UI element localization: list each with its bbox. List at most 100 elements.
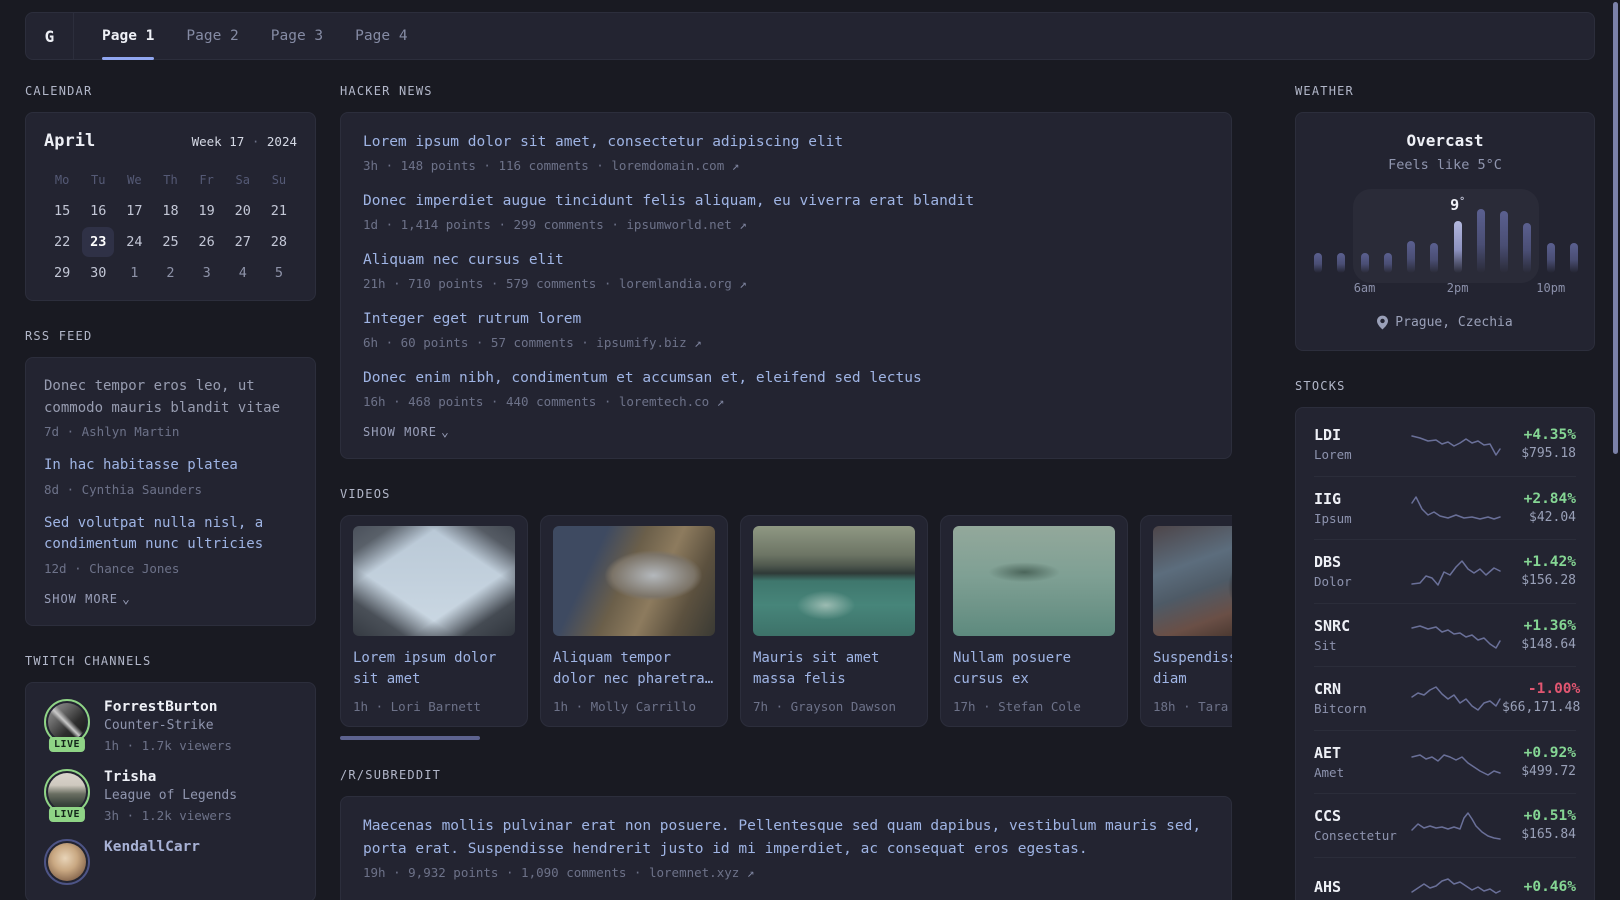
calendar-day[interactable]: 28 — [261, 227, 297, 257]
video-thumbnail[interactable] — [1153, 526, 1232, 636]
active-tab-underline — [102, 57, 155, 60]
twitch-channel-info: ForrestBurton Counter-Strike 1h · 1.7k vie… — [104, 699, 232, 753]
calendar-day[interactable]: 17 — [116, 196, 152, 226]
stock-values: +1.42% $156.28 — [1502, 554, 1576, 588]
video-thumbnail[interactable] — [553, 526, 715, 636]
middle-column: HACKER NEWS Lorem ipsum dolor sit amet, … — [340, 84, 1232, 900]
hackernews-item-title[interactable]: Aliquam nec cursus elit — [363, 249, 1209, 271]
video-carousel-scrollbar[interactable] — [340, 736, 480, 740]
page-scrollbar-thumb[interactable] — [1613, 2, 1618, 454]
twitch-channel-name[interactable]: Trisha — [104, 769, 237, 785]
calendar-day-header: We — [127, 173, 142, 187]
calendar-day[interactable]: 16 — [80, 196, 116, 226]
hackernews-item-title[interactable]: Donec imperdiet augue tincidunt felis al… — [363, 190, 1209, 212]
stock-price: $42.04 — [1529, 509, 1576, 525]
calendar-day[interactable]: 24 — [116, 227, 152, 257]
stock-values: +1.36% $148.64 — [1502, 618, 1576, 652]
rss-item-title[interactable]: In hac habitasse platea — [44, 455, 297, 477]
stock-info: CRN Bitcorn — [1314, 680, 1410, 716]
app-logo[interactable]: G — [26, 13, 74, 59]
twitch-avatar[interactable]: LIVE — [44, 768, 90, 822]
video-title[interactable]: Mauris sit amet massa felis — [753, 648, 915, 690]
tab-page-2[interactable]: Page 2 — [186, 13, 238, 59]
twitch-game-name[interactable]: Counter-Strike — [104, 718, 232, 733]
calendar-day[interactable]: 29 — [44, 258, 80, 288]
rss-card: Donec tempor eros leo, ut commodo mauris… — [25, 357, 316, 626]
hackernews-show-more-button[interactable]: SHOW MORE ⌄ — [363, 425, 1209, 440]
stock-row: CCS Consectetur +0.51% $165.84 — [1314, 793, 1576, 857]
calendar-day[interactable]: 5 — [261, 258, 297, 288]
calendar-day[interactable]: 1 — [116, 258, 152, 288]
calendar-day[interactable]: 15 — [44, 196, 80, 226]
rss-show-more-button[interactable]: SHOW MORE ⌄ — [44, 592, 297, 607]
hackernews-item-title[interactable]: Lorem ipsum dolor sit amet, consectetur … — [363, 131, 1209, 153]
stock-ticker[interactable]: SNRC — [1314, 617, 1410, 635]
calendar-day[interactable]: 3 — [189, 258, 225, 288]
calendar-day[interactable]: 26 — [189, 227, 225, 257]
twitch-avatar[interactable]: LIVE — [44, 698, 90, 752]
stock-ticker[interactable]: CRN — [1314, 680, 1410, 698]
stock-price: $156.28 — [1521, 573, 1576, 589]
twitch-avatar[interactable] — [44, 838, 90, 885]
stock-company-name: Sit — [1314, 637, 1337, 653]
calendar-month[interactable]: April — [44, 131, 95, 151]
weather-location[interactable]: Prague, Czechia — [1395, 315, 1512, 330]
video-title[interactable]: Nullam posuere cursus ex — [953, 648, 1115, 690]
stock-ticker[interactable]: AHS — [1314, 878, 1410, 896]
weather-bar-current — [1453, 221, 1462, 273]
stock-values: +0.51% $165.84 — [1502, 808, 1576, 842]
subreddit-card: Maecenas mollis pulvinar erat non posuer… — [340, 796, 1232, 900]
video-thumbnail[interactable] — [753, 526, 915, 636]
calendar-day[interactable]: 18 — [152, 196, 188, 226]
item-meta: 3h · 1.2k viewers — [104, 807, 232, 823]
calendar-day-selected[interactable]: 23 — [82, 227, 115, 257]
weather-widget: WEATHER Overcast Feels like 5°C 9° 6am 2p… — [1295, 84, 1595, 351]
calendar-day-header: Sa — [235, 173, 250, 187]
twitch-channel-name[interactable]: KendallCarr — [104, 839, 200, 855]
stock-row: CRN Bitcorn -1.00% $66,171.48 — [1314, 666, 1580, 730]
rss-item-title[interactable]: Donec tempor eros leo, ut commodo mauris… — [44, 376, 297, 419]
stock-ticker[interactable]: DBS — [1314, 553, 1410, 571]
stock-info: AET Amet — [1314, 744, 1410, 780]
hackernews-item-title[interactable]: Integer eget rutrum lorem — [363, 308, 1209, 330]
item-meta: 1d · 1,414 points · 299 comments · ipsum… — [363, 217, 747, 232]
calendar-day[interactable]: 22 — [44, 227, 80, 257]
external-link-icon: ↗ — [731, 217, 747, 232]
weather-bar — [1360, 253, 1369, 273]
stock-ticker[interactable]: CCS — [1314, 807, 1410, 825]
calendar-day[interactable]: 20 — [225, 196, 261, 226]
calendar-day[interactable]: 25 — [152, 227, 188, 257]
subreddit-post-title[interactable]: Maecenas mollis pulvinar erat non posuer… — [363, 815, 1209, 860]
calendar-day[interactable]: 30 — [80, 258, 116, 288]
calendar-day[interactable]: 4 — [225, 258, 261, 288]
twitch-card: LIVE ForrestBurton Counter-Strike 1h · 1.7k… — [25, 681, 316, 900]
tab-page-4[interactable]: Page 4 — [355, 13, 407, 59]
video-thumbnail[interactable] — [353, 526, 515, 636]
tab-page-1[interactable]: Page 1 — [102, 13, 155, 60]
rss-item-title[interactable]: Sed volutpat nulla nisl, a condimentum n… — [44, 513, 297, 556]
twitch-widget-title: TWITCH CHANNELS — [25, 653, 152, 668]
stock-company-name: Ipsum — [1314, 510, 1352, 526]
video-title[interactable]: Aliquam tempor dolor nec pharetra… — [553, 648, 715, 690]
tab-page-3[interactable]: Page 3 — [271, 13, 323, 59]
video-title[interactable]: Suspendisse diam — [1153, 648, 1232, 690]
calendar-day[interactable]: 2 — [152, 258, 188, 288]
stock-ticker[interactable]: LDI — [1314, 426, 1410, 444]
item-meta: 3h · 148 points · 116 comments · loremdo… — [363, 158, 740, 173]
stock-ticker[interactable]: AET — [1314, 744, 1410, 762]
stock-price: $148.64 — [1521, 636, 1576, 652]
stock-sparkline — [1411, 812, 1501, 840]
video-title[interactable]: Lorem ipsum dolor sit amet consectetu… — [353, 648, 515, 690]
hackernews-item-title[interactable]: Donec enim nibh, condimentum et accumsan… — [363, 367, 1209, 389]
stock-sparkline — [1411, 686, 1501, 711]
calendar-day[interactable]: 27 — [225, 227, 261, 257]
video-thumbnail[interactable] — [953, 526, 1115, 636]
calendar-day[interactable]: 21 — [261, 196, 297, 226]
calendar-day[interactable]: 19 — [189, 196, 225, 226]
stock-ticker[interactable]: IIG — [1314, 490, 1410, 508]
hackernews-widget: HACKER NEWS Lorem ipsum dolor sit amet, … — [340, 84, 1232, 459]
twitch-game-name[interactable]: League of Legends — [104, 788, 237, 803]
video-card: Mauris sit amet massa felis 7h · Grayson … — [740, 515, 928, 727]
twitch-channel-name[interactable]: ForrestBurton — [104, 699, 232, 715]
item-meta: 18h · Tara — [1153, 699, 1229, 714]
